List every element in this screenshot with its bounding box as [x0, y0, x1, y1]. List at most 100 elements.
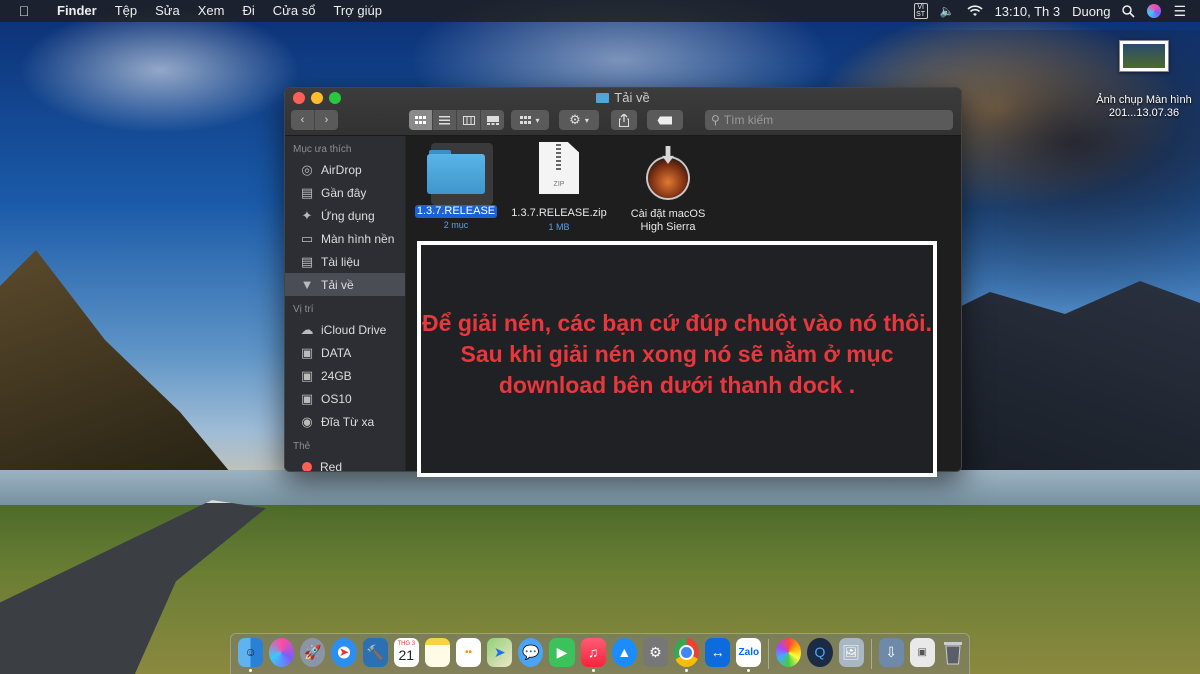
menu-app-name[interactable]: Finder	[48, 0, 106, 22]
dock-zalo-icon[interactable]: Zalo	[736, 637, 762, 672]
dock-finder-icon[interactable]: ☺	[238, 637, 264, 672]
chevron-down-icon: ▾	[535, 115, 540, 125]
column-view-button[interactable]	[457, 110, 481, 130]
search-field[interactable]: ⚲	[705, 110, 953, 130]
notification-center-icon[interactable]: ☰	[1173, 3, 1186, 20]
input-source-icon[interactable]: VI ST	[913, 3, 928, 19]
remote-disc-icon: ◉	[301, 413, 313, 429]
dock-notes-icon[interactable]	[424, 637, 450, 667]
document-icon: ▤	[300, 253, 314, 269]
dock-chrome-icon[interactable]	[673, 637, 700, 672]
gallery-view-button[interactable]	[481, 110, 504, 130]
wifi-icon[interactable]	[967, 5, 983, 17]
menu-window[interactable]: Cửa sổ	[264, 0, 325, 22]
file-name: 1.3.7.RELEASE.zip	[511, 207, 607, 219]
forward-button[interactable]: ›	[315, 110, 338, 130]
dock-calendar-icon[interactable]: THG 3 21	[393, 637, 419, 667]
menu-clock[interactable]: 13:10, Th 3	[995, 4, 1061, 19]
sidebar-item-applications[interactable]: ✦ Ứng dụng	[285, 204, 405, 227]
volume-icon[interactable]: 🔈	[940, 4, 955, 18]
sidebar-item-tag-red[interactable]: Red	[285, 455, 405, 471]
column-view-icon	[462, 115, 475, 125]
sidebar-item-label: Gần đây	[321, 185, 367, 200]
view-mode-group	[409, 110, 504, 130]
menu-help[interactable]: Trợ giúp	[324, 0, 391, 22]
sidebar-item-icloud[interactable]: ☁ iCloud Drive	[285, 318, 405, 341]
sidebar-item-label: Màn hình nền	[321, 231, 395, 246]
back-button[interactable]: ‹	[291, 110, 315, 130]
dock-reminders-icon[interactable]: ••	[455, 637, 482, 667]
file-info: 1 MB	[548, 222, 570, 232]
sidebar-item-label: DATA	[321, 345, 352, 360]
clock-icon: ▤	[300, 184, 314, 200]
calendar-day: 21	[398, 647, 415, 663]
back-forward-group: ‹ ›	[291, 110, 338, 130]
disk-icon: ▣	[300, 344, 314, 360]
desktop-screenshot-file[interactable]: Ảnh chụp Màn hình 201...13.07.36	[1088, 40, 1200, 120]
desktop-icon: ▭	[300, 230, 314, 246]
instruction-text: Để giải nén, các bạn cứ đúp chuột vào nó…	[422, 309, 932, 398]
sidebar-item-recents[interactable]: ▤ Gần đây	[285, 181, 405, 204]
sidebar-item-label: OS10	[321, 391, 352, 406]
siri-icon[interactable]	[1147, 4, 1162, 18]
menu-view[interactable]: Xem	[189, 0, 234, 22]
dock-teamviewer-icon[interactable]: ↔	[705, 637, 731, 667]
dock-photos-icon[interactable]	[776, 637, 802, 667]
sidebar-item-label: Tài liệu	[321, 254, 360, 269]
sidebar-item-os10[interactable]: ▣ OS10	[285, 387, 405, 410]
sidebar-item-downloads[interactable]: ▼ Tải về	[285, 273, 405, 296]
red-tag-icon	[302, 461, 312, 471]
sidebar-item-24gb[interactable]: ▣ 24GB	[285, 364, 405, 387]
menu-go[interactable]: Đi	[233, 0, 263, 22]
tag-icon	[657, 116, 672, 124]
file-item-folder[interactable]: 1.3.7.RELEASE 2 mục	[411, 140, 501, 230]
group-grid-icon	[520, 115, 532, 124]
file-name: 1.3.7.RELEASE	[414, 205, 498, 218]
spotlight-search-icon[interactable]	[1122, 4, 1136, 18]
sidebar-item-data[interactable]: ▣ DATA	[285, 341, 405, 364]
disk-icon: ▣	[300, 390, 314, 406]
action-menu-button[interactable]: ⚙ ▾	[559, 110, 599, 130]
menu-edit[interactable]: Sửa	[146, 0, 189, 22]
file-item-installer[interactable]: Cài đặt macOS High Sierra	[623, 146, 713, 235]
download-icon: ▼	[300, 276, 314, 292]
sidebar-item-documents[interactable]: ▤ Tài liệu	[285, 250, 405, 273]
dock-messages-icon[interactable]: 💬	[518, 637, 544, 667]
dock-launchpad-icon[interactable]: 🚀	[300, 637, 326, 667]
sidebar-item-airdrop[interactable]: ◎ AirDrop	[285, 158, 405, 181]
gallery-view-icon	[486, 115, 499, 125]
group-by-button[interactable]: ▾	[511, 110, 549, 130]
sidebar-item-remote-disc[interactable]: ◉ Đĩa Từ xa	[285, 410, 405, 433]
dock-preview-icon[interactable]: 🖼	[838, 637, 864, 667]
dock-trash-icon[interactable]	[941, 638, 966, 667]
dock-safari-icon[interactable]: ➤	[331, 637, 357, 667]
dock-siri-icon[interactable]	[269, 637, 295, 667]
dock-app-store-icon[interactable]: ▲	[611, 637, 637, 667]
apple-menu-icon[interactable]: 	[16, 3, 32, 19]
menu-file[interactable]: Tệp	[106, 0, 146, 22]
edit-tags-button[interactable]	[647, 110, 683, 130]
finder-toolbar: ‹ › ▾ ⚙ ▾ ⚲ Tìm kiếm	[291, 110, 955, 130]
list-view-icon	[439, 115, 450, 124]
dock-facetime-icon[interactable]: ▶	[549, 637, 575, 667]
menu-user-name[interactable]: Duong	[1072, 4, 1110, 19]
dock-separator	[768, 639, 770, 669]
share-button[interactable]	[611, 110, 637, 130]
sidebar-favorites-header: Mục ưa thích	[293, 144, 352, 155]
screenshot-thumbnail	[1119, 40, 1169, 72]
icon-view-button[interactable]	[409, 110, 433, 130]
gear-icon: ⚙	[569, 112, 581, 127]
file-item-zip[interactable]: ZIP 1.3.7.RELEASE.zip 1 MB	[509, 142, 609, 232]
dock-system-preferences-icon[interactable]: ⚙	[642, 637, 668, 667]
dock-maps-icon[interactable]: ➤	[487, 637, 513, 667]
dock-xcode-icon[interactable]: 🔨	[362, 637, 388, 667]
dock-screenshot-stack-icon[interactable]: ▣	[909, 637, 935, 667]
sidebar-item-desktop[interactable]: ▭ Màn hình nền	[285, 227, 405, 250]
search-icon: ⚲	[711, 113, 720, 127]
search-input[interactable]	[723, 113, 944, 127]
dock-music-icon[interactable]: ♫	[580, 637, 606, 672]
dock-downloads-stack-icon[interactable]: ⇩	[878, 637, 904, 667]
list-view-button[interactable]	[433, 110, 457, 130]
instruction-annotation: Để giải nén, các bạn cứ đúp chuột vào nó…	[417, 241, 937, 477]
dock-quicktime-icon[interactable]: Q	[807, 637, 833, 667]
